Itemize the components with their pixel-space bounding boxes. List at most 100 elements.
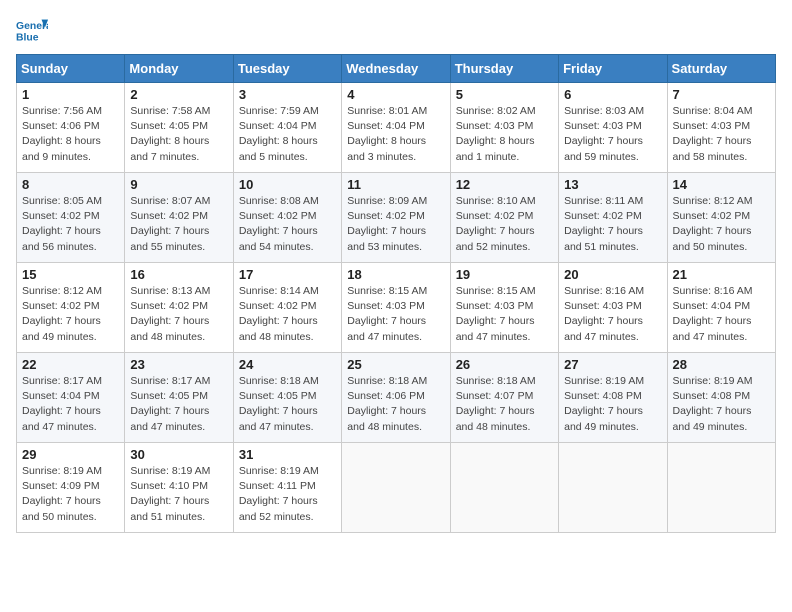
- calendar-day-12: 12 Sunrise: 8:10 AMSunset: 4:02 PMDayligh…: [450, 173, 558, 263]
- day-info: Sunrise: 8:16 AMSunset: 4:04 PMDaylight:…: [673, 284, 770, 345]
- empty-cell: [559, 443, 667, 533]
- day-number: 21: [673, 267, 770, 282]
- day-info: Sunrise: 8:04 AMSunset: 4:03 PMDaylight:…: [673, 104, 770, 165]
- day-info: Sunrise: 8:13 AMSunset: 4:02 PMDaylight:…: [130, 284, 227, 345]
- calendar-week-5: 29 Sunrise: 8:19 AMSunset: 4:09 PMDayligh…: [17, 443, 776, 533]
- calendar-day-28: 28 Sunrise: 8:19 AMSunset: 4:08 PMDayligh…: [667, 353, 775, 443]
- day-number: 20: [564, 267, 661, 282]
- calendar-header-row: SundayMondayTuesdayWednesdayThursdayFrid…: [17, 55, 776, 83]
- day-number: 15: [22, 267, 119, 282]
- day-info: Sunrise: 8:17 AMSunset: 4:04 PMDaylight:…: [22, 374, 119, 435]
- calendar-day-27: 27 Sunrise: 8:19 AMSunset: 4:08 PMDayligh…: [559, 353, 667, 443]
- day-info: Sunrise: 8:02 AMSunset: 4:03 PMDaylight:…: [456, 104, 553, 165]
- calendar-day-5: 5 Sunrise: 8:02 AMSunset: 4:03 PMDaylight…: [450, 83, 558, 173]
- day-info: Sunrise: 8:19 AMSunset: 4:09 PMDaylight:…: [22, 464, 119, 525]
- day-info: Sunrise: 8:15 AMSunset: 4:03 PMDaylight:…: [347, 284, 444, 345]
- day-number: 2: [130, 87, 227, 102]
- day-number: 23: [130, 357, 227, 372]
- calendar-day-17: 17Sunrise: 8:14 AMSunset: 4:02 PMDayligh…: [233, 263, 341, 353]
- day-info: Sunrise: 8:17 AMSunset: 4:05 PMDaylight:…: [130, 374, 227, 435]
- calendar-day-9: 9 Sunrise: 8:07 AMSunset: 4:02 PMDaylight…: [125, 173, 233, 263]
- calendar-day-22: 22 Sunrise: 8:17 AMSunset: 4:04 PMDayligh…: [17, 353, 125, 443]
- calendar-day-21: 21 Sunrise: 8:16 AMSunset: 4:04 PMDayligh…: [667, 263, 775, 353]
- calendar-day-16: 16 Sunrise: 8:13 AMSunset: 4:02 PMDayligh…: [125, 263, 233, 353]
- calendar-day-25: 25 Sunrise: 8:18 AMSunset: 4:06 PMDayligh…: [342, 353, 450, 443]
- calendar-week-2: 8 Sunrise: 8:05 AMSunset: 4:02 PMDaylight…: [17, 173, 776, 263]
- col-header-friday: Friday: [559, 55, 667, 83]
- calendar-day-14: 14 Sunrise: 8:12 AMSunset: 4:02 PMDayligh…: [667, 173, 775, 263]
- day-number: 14: [673, 177, 770, 192]
- calendar-day-11: 11 Sunrise: 8:09 AMSunset: 4:02 PMDayligh…: [342, 173, 450, 263]
- day-info: Sunrise: 8:09 AMSunset: 4:02 PMDaylight:…: [347, 194, 444, 255]
- day-number: 5: [456, 87, 553, 102]
- col-header-sunday: Sunday: [17, 55, 125, 83]
- col-header-saturday: Saturday: [667, 55, 775, 83]
- day-info: Sunrise: 8:05 AMSunset: 4:02 PMDaylight:…: [22, 194, 119, 255]
- day-info: Sunrise: 8:19 AMSunset: 4:08 PMDaylight:…: [564, 374, 661, 435]
- day-number: 9: [130, 177, 227, 192]
- day-info: Sunrise: 8:19 AMSunset: 4:11 PMDaylight:…: [239, 464, 336, 525]
- calendar-day-29: 29 Sunrise: 8:19 AMSunset: 4:09 PMDayligh…: [17, 443, 125, 533]
- day-number: 8: [22, 177, 119, 192]
- calendar-day-31: 31Sunrise: 8:19 AMSunset: 4:11 PMDayligh…: [233, 443, 341, 533]
- day-info: Sunrise: 7:59 AMSunset: 4:04 PMDaylight:…: [239, 104, 336, 165]
- calendar-day-7: 7 Sunrise: 8:04 AMSunset: 4:03 PMDaylight…: [667, 83, 775, 173]
- day-number: 29: [22, 447, 119, 462]
- day-number: 25: [347, 357, 444, 372]
- day-info: Sunrise: 8:08 AMSunset: 4:02 PMDaylight:…: [239, 194, 336, 255]
- calendar-day-19: 19 Sunrise: 8:15 AMSunset: 4:03 PMDayligh…: [450, 263, 558, 353]
- day-number: 3: [239, 87, 336, 102]
- day-number: 10: [239, 177, 336, 192]
- day-info: Sunrise: 8:19 AMSunset: 4:10 PMDaylight:…: [130, 464, 227, 525]
- col-header-thursday: Thursday: [450, 55, 558, 83]
- empty-cell: [450, 443, 558, 533]
- empty-cell: [342, 443, 450, 533]
- day-number: 18: [347, 267, 444, 282]
- col-header-tuesday: Tuesday: [233, 55, 341, 83]
- day-info: Sunrise: 8:18 AMSunset: 4:05 PMDaylight:…: [239, 374, 336, 435]
- calendar-week-3: 15Sunrise: 8:12 AMSunset: 4:02 PMDayligh…: [17, 263, 776, 353]
- logo-icon: General Blue: [16, 16, 48, 44]
- day-number: 6: [564, 87, 661, 102]
- day-number: 4: [347, 87, 444, 102]
- day-number: 17: [239, 267, 336, 282]
- day-number: 12: [456, 177, 553, 192]
- calendar-week-4: 22 Sunrise: 8:17 AMSunset: 4:04 PMDayligh…: [17, 353, 776, 443]
- day-info: Sunrise: 8:11 AMSunset: 4:02 PMDaylight:…: [564, 194, 661, 255]
- day-info: Sunrise: 8:18 AMSunset: 4:06 PMDaylight:…: [347, 374, 444, 435]
- calendar-day-18: 18 Sunrise: 8:15 AMSunset: 4:03 PMDayligh…: [342, 263, 450, 353]
- day-number: 28: [673, 357, 770, 372]
- logo: General Blue: [16, 16, 48, 44]
- day-info: Sunrise: 8:10 AMSunset: 4:02 PMDaylight:…: [456, 194, 553, 255]
- calendar-day-10: 10 Sunrise: 8:08 AMSunset: 4:02 PMDayligh…: [233, 173, 341, 263]
- calendar-day-30: 30 Sunrise: 8:19 AMSunset: 4:10 PMDayligh…: [125, 443, 233, 533]
- day-number: 7: [673, 87, 770, 102]
- day-info: Sunrise: 8:18 AMSunset: 4:07 PMDaylight:…: [456, 374, 553, 435]
- day-number: 30: [130, 447, 227, 462]
- day-number: 19: [456, 267, 553, 282]
- day-number: 11: [347, 177, 444, 192]
- day-info: Sunrise: 7:56 AMSunset: 4:06 PMDaylight:…: [22, 104, 119, 165]
- calendar-day-3: 3 Sunrise: 7:59 AMSunset: 4:04 PMDaylight…: [233, 83, 341, 173]
- day-number: 27: [564, 357, 661, 372]
- day-number: 13: [564, 177, 661, 192]
- calendar-day-6: 6 Sunrise: 8:03 AMSunset: 4:03 PMDaylight…: [559, 83, 667, 173]
- day-number: 16: [130, 267, 227, 282]
- calendar-day-26: 26 Sunrise: 8:18 AMSunset: 4:07 PMDayligh…: [450, 353, 558, 443]
- day-info: Sunrise: 8:07 AMSunset: 4:02 PMDaylight:…: [130, 194, 227, 255]
- day-info: Sunrise: 8:01 AMSunset: 4:04 PMDaylight:…: [347, 104, 444, 165]
- calendar-day-1: 1 Sunrise: 7:56 AMSunset: 4:06 PMDaylight…: [17, 83, 125, 173]
- page-header: General Blue: [16, 16, 776, 44]
- day-info: Sunrise: 8:19 AMSunset: 4:08 PMDaylight:…: [673, 374, 770, 435]
- svg-text:Blue: Blue: [16, 32, 39, 43]
- calendar-day-23: 23 Sunrise: 8:17 AMSunset: 4:05 PMDayligh…: [125, 353, 233, 443]
- calendar-table: SundayMondayTuesdayWednesdayThursdayFrid…: [16, 54, 776, 533]
- day-number: 1: [22, 87, 119, 102]
- day-number: 26: [456, 357, 553, 372]
- day-info: Sunrise: 8:03 AMSunset: 4:03 PMDaylight:…: [564, 104, 661, 165]
- day-number: 24: [239, 357, 336, 372]
- day-info: Sunrise: 8:15 AMSunset: 4:03 PMDaylight:…: [456, 284, 553, 345]
- day-info: Sunrise: 8:12 AMSunset: 4:02 PMDaylight:…: [673, 194, 770, 255]
- day-number: 22: [22, 357, 119, 372]
- calendar-day-13: 13 Sunrise: 8:11 AMSunset: 4:02 PMDayligh…: [559, 173, 667, 263]
